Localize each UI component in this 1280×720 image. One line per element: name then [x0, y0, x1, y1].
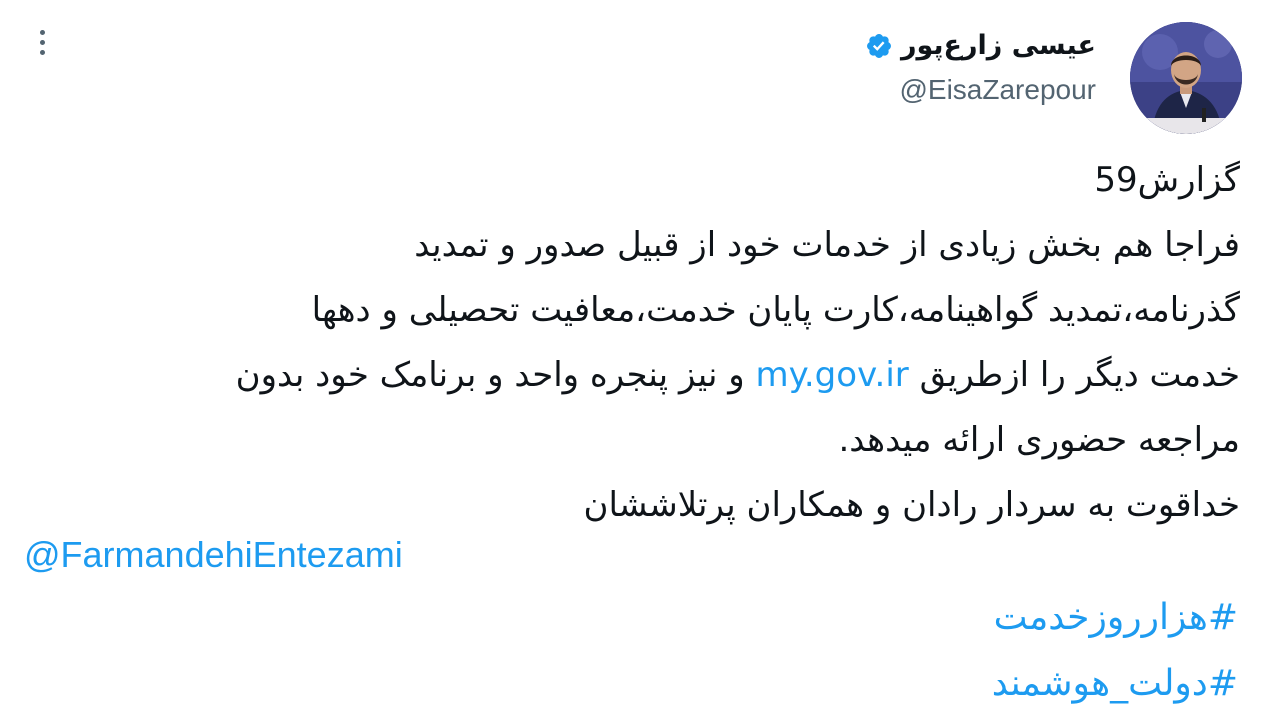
verified-badge-icon	[865, 32, 893, 60]
tweet-line-3: گذرنامه،تمدید گواهینامه،کارت پایان خدمت،…	[311, 290, 1240, 330]
tweet-line-5: مراجعه حضوری ارائه میدهد.	[838, 420, 1241, 460]
mention-link[interactable]: @FarmandehiEntezami	[24, 530, 403, 580]
avatar[interactable]	[1130, 22, 1242, 134]
hashtag-link[interactable]: #هزارروزخدمت	[994, 590, 1238, 646]
tweet-line-6: خداقوت به سردار رادان و همکاران پرتلاششا…	[583, 485, 1240, 525]
tweet-line-4-end: و نیز پنجره واحد و برنامک خود بدون	[235, 355, 756, 395]
tweet-card: عیسی زارع‌پور @EisaZarepour گزارش59	[0, 0, 1280, 720]
author-name-row: عیسی زارع‌پور	[865, 28, 1096, 64]
tweet-line-2: فراجا هم بخش زیادی از خدمات خود از قبیل …	[414, 225, 1240, 265]
tweet-text: گزارش59 فراجا هم بخش زیادی از خدمات خود …	[40, 148, 1240, 538]
tweet-line-4-start: خدمت دیگر را ازطریق	[908, 355, 1240, 395]
author-display-name[interactable]: عیسی زارع‌پور	[901, 28, 1096, 64]
hashtag-link[interactable]: #دولت_هوشمند	[992, 656, 1238, 712]
more-dot	[39, 49, 45, 55]
author-handle[interactable]: @EisaZarepour	[899, 72, 1096, 108]
more-options-icon[interactable]	[26, 22, 58, 62]
author-info: عیسی زارع‌پور @EisaZarepour	[865, 28, 1096, 108]
tweet-line-4: خدمت دیگر را ازطریق my.gov.ir و نیز پنجر…	[40, 343, 1240, 408]
more-dot	[39, 39, 45, 45]
tweet-line-1: گزارش59	[1094, 160, 1240, 200]
more-dot	[39, 29, 45, 35]
tweet-header: عیسی زارع‌پور @EisaZarepour	[865, 22, 1242, 134]
mygov-link[interactable]: my.gov.ir	[755, 355, 908, 395]
